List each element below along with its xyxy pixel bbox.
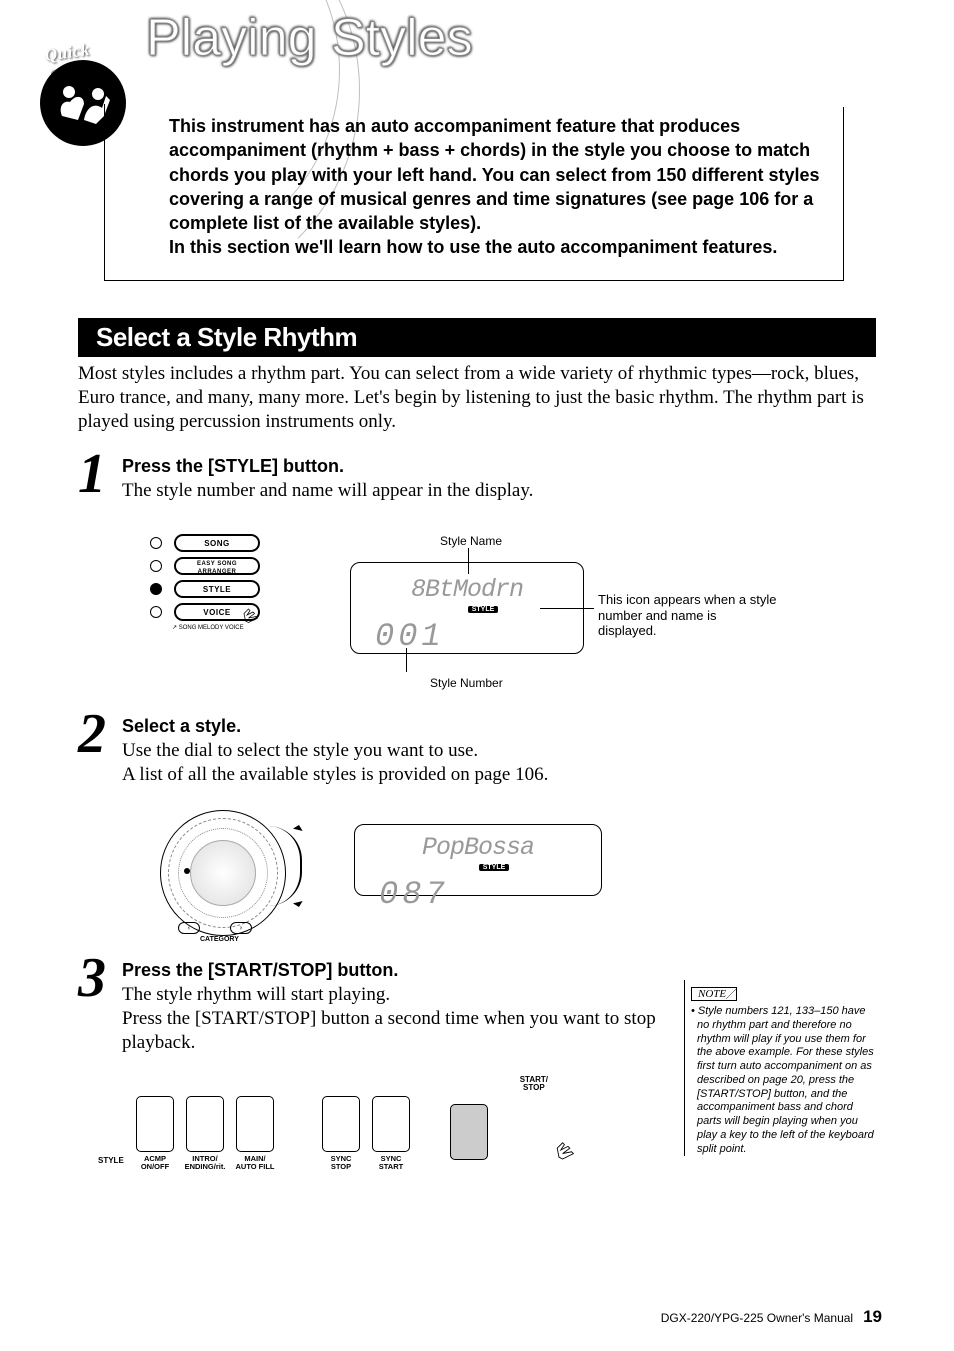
step-body: The style number and name will appear in…: [122, 479, 876, 503]
style-number-label: Style Number: [430, 676, 503, 690]
step-body-line: Use the dial to select the style you wan…: [122, 740, 478, 761]
lcd-display: PopBossa STYLE 087: [354, 824, 602, 896]
step3-graphic: STYLE START/ STOP ACMP ON/OFF INTRO/ END…: [134, 1076, 594, 1196]
step-heading: Press the [START/STOP] button.: [122, 960, 876, 981]
step-number: 3: [78, 946, 106, 1010]
intro-box: This instrument has an auto accompanimen…: [104, 104, 844, 281]
lcd-style-badge: STYLE: [468, 606, 499, 613]
radio-off-icon: [150, 560, 162, 572]
pointing-hand-icon: [550, 1132, 586, 1168]
step-1: 1 Press the [STYLE] button. The style nu…: [78, 456, 876, 503]
leader-line: [406, 648, 407, 672]
step-body-line: A list of all the available styles is pr…: [122, 764, 548, 785]
pointing-hand-icon: [238, 600, 268, 630]
style-control-row: ACMP ON/OFF INTRO/ ENDING/rit. MAIN/ AUT…: [134, 1096, 490, 1171]
lcd-style-number: 001: [351, 618, 583, 655]
intro-text: This instrument has an auto accompanimen…: [169, 114, 824, 260]
start-stop-label: START/ STOP: [520, 1076, 548, 1093]
style-section-label: STYLE: [98, 1156, 124, 1165]
page-footer: DGX-220/YPG-225 Owner's Manual 19: [661, 1307, 882, 1327]
lcd-style-number: 087: [355, 876, 601, 913]
step-body: Use the dial to select the style you wan…: [122, 739, 876, 787]
step-number: 2: [78, 702, 106, 766]
icon-callout-text: This icon appears when a style number an…: [598, 592, 778, 639]
leader-line: [540, 608, 594, 609]
note-box: NOTE • Style numbers 121, 133–150 have n…: [684, 980, 874, 1156]
easy-song-arranger-button: EASY SONG ARRANGER: [174, 557, 260, 575]
category-buttons: ‹ ›: [178, 922, 252, 934]
step-body-line: Press the [START/STOP] button a second t…: [122, 1008, 656, 1053]
manual-name: DGX-220/YPG-225 Owner's Manual: [661, 1311, 853, 1325]
lcd-style-badge: STYLE: [479, 864, 510, 871]
song-button: SONG: [174, 534, 260, 552]
main-autofill-button: [236, 1096, 274, 1152]
start-stop-button: [450, 1104, 488, 1160]
acmp-button: [136, 1096, 174, 1152]
intro-ending-button: [186, 1096, 224, 1152]
category-plus-button: ›: [230, 922, 252, 934]
radio-off-icon: [150, 537, 162, 549]
note-title: NOTE: [691, 987, 737, 1001]
section-heading: Select a Style Rhythm: [78, 318, 876, 357]
sync-start-button: [372, 1096, 410, 1152]
style-name-label: Style Name: [440, 534, 502, 548]
style-button: STYLE: [174, 580, 260, 598]
radio-on-icon: [150, 583, 162, 595]
page-number: 19: [863, 1307, 882, 1327]
page-title: Playing Styles: [146, 8, 473, 68]
section-body: Most styles includes a rhythm part. You …: [78, 362, 876, 433]
radio-off-icon: [150, 606, 162, 618]
dial-control-icon: [160, 810, 286, 936]
step2-graphic: ‹ › CATEGORY PopBossa STYLE 087: [160, 810, 660, 940]
step-number: 1: [78, 442, 106, 506]
lcd-style-name: PopBossa: [355, 833, 601, 862]
page: Quick Guide Playing Styles This instrume…: [0, 0, 954, 1351]
category-minus-button: ‹: [178, 922, 200, 934]
step-body: The style rhythm will start playing. Pre…: [122, 983, 682, 1054]
category-label: CATEGORY: [200, 936, 239, 943]
step-heading: Select a style.: [122, 716, 876, 737]
note-body: • Style numbers 121, 133–150 have no rhy…: [691, 1005, 874, 1156]
lcd-style-name: 8BtModrn: [351, 575, 583, 604]
step1-graphic: SONG EASY SONG ARRANGER STYLE VOICE ↗ SO…: [150, 530, 790, 700]
step-heading: Press the [STYLE] button.: [122, 456, 876, 477]
rotate-arrow-icon: [268, 826, 302, 906]
sync-stop-button: [322, 1096, 360, 1152]
melody-voice-text: SONG MELODY VOICE: [179, 625, 244, 631]
step-body-line: The style rhythm will start playing.: [122, 984, 390, 1005]
step-2: 2 Select a style. Use the dial to select…: [78, 716, 876, 787]
